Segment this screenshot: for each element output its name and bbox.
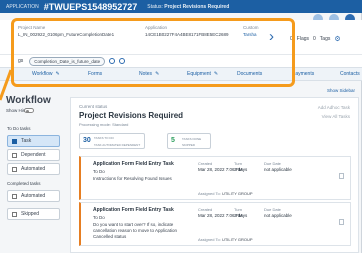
filter-automated[interactable]: Automated (7, 163, 60, 175)
assigned-label: Assigned To: (198, 191, 221, 196)
turn-value: 3 days (234, 213, 248, 218)
due-label: Due Date (264, 161, 281, 166)
task-turn: Turn 3 days (234, 207, 247, 218)
task-card[interactable]: Application Form Field Entry Task To Do … (79, 202, 351, 246)
filter-label: Task (21, 138, 32, 144)
tab-label: Contacts (340, 71, 360, 77)
tab-label: Payments (292, 71, 315, 77)
current-status-label: Current status (79, 104, 108, 109)
breadcrumb[interactable]: APPLICATION (6, 4, 39, 10)
created-label: Created (198, 207, 213, 212)
turn-label: Turn (234, 207, 243, 212)
task-description: Do you want to start over? If so, indica… (93, 222, 178, 239)
tasks-done-subheading: SKIPPED (182, 143, 196, 147)
tags-count: 0 (313, 36, 316, 42)
task-assigned: Assigned To: UTILITY GROUP (198, 191, 253, 196)
task-assigned: Assigned To: UTILITY GROUP (198, 237, 253, 242)
task-title[interactable]: Application Form Field Entry Task (93, 207, 174, 213)
filter-label: Automated (21, 193, 46, 199)
created-label: Created (198, 161, 213, 166)
due-value: not applicable (264, 167, 292, 172)
task-due: Due Date not applicable (264, 207, 294, 218)
assigned-value: UTILITY GROUP (221, 191, 253, 196)
app-bar: APPLICATION #TWUEPS1548952727 Status: Pr… (0, 0, 362, 13)
show-sidebar-link[interactable]: Show Sidebar (327, 88, 355, 93)
checkbox-icon[interactable] (12, 166, 17, 172)
tab-contacts[interactable]: Contacts (340, 71, 360, 77)
filter-label: Automated (21, 166, 46, 172)
highlight-callout (11, 18, 295, 87)
checkbox-icon[interactable] (12, 211, 17, 217)
task-due: Due Date not applicable (264, 161, 294, 172)
status-card: Current status Project Revisions Require… (70, 97, 359, 253)
tasks-todo-count: 30 (83, 137, 91, 144)
tasks-todo-subheading: TASK AUTOMATED DEPENDENT (94, 143, 141, 147)
filter-completed-automated[interactable]: Automated (7, 190, 60, 202)
processing-mode-value: Standard (112, 122, 129, 127)
workflow-title: Workflow (6, 95, 51, 106)
turn-value: 3 days (234, 167, 248, 172)
completed-label: Completed tasks (7, 181, 41, 186)
status-display: Status: Project Revisions Required (147, 4, 229, 10)
tasks-done-summary[interactable]: 5 TASKS DONE SKIPPED (167, 133, 211, 149)
due-label: Due Date (264, 207, 281, 212)
flags-tags: 0 Flags 0 Tags ⚙ (290, 35, 341, 43)
processing-mode: Processing mode: Standard (79, 122, 128, 127)
checkbox-icon[interactable] (12, 152, 17, 158)
add-adhoc-task-link[interactable]: Add Adhoc Task (318, 105, 350, 110)
task-state: To Do (93, 169, 105, 174)
tasks-todo-summary[interactable]: 30 TASKS TO DO TASK AUTOMATED DEPENDENT (79, 133, 145, 149)
task-description: Instructions for Resolving Found Issues (93, 176, 172, 181)
tab-payments[interactable]: Payments (292, 71, 314, 77)
checkbox-icon[interactable] (12, 193, 17, 199)
filter-label: Dependent (21, 152, 46, 158)
assigned-label: Assigned To: (198, 237, 221, 242)
task-turn: Turn 3 days (234, 161, 247, 172)
processing-mode-label: Processing mode: (79, 122, 112, 127)
document-icon[interactable] (339, 219, 344, 225)
status-value: Project Revisions Required (164, 3, 230, 10)
view-all-tasks-link[interactable]: View All Tasks (322, 114, 350, 119)
task-card[interactable]: Application Form Field Entry Task To Do … (79, 156, 351, 200)
flags-label[interactable]: Flags (297, 36, 309, 42)
status-label: Status: (147, 3, 163, 10)
assigned-value: UTILITY GROUP (221, 237, 253, 242)
turn-label: Turn (234, 161, 243, 166)
filter-label: Skipped (21, 211, 40, 217)
todo-label: To Do tasks (7, 126, 31, 131)
checkbox-icon[interactable] (12, 138, 17, 144)
filter-skipped[interactable]: Skipped (7, 208, 60, 220)
ticket-number: #TWUEPS1548952727 (43, 1, 138, 12)
filter-task[interactable]: Task (7, 135, 60, 147)
current-status-value: Project Revisions Required (79, 111, 184, 120)
task-state: To Do (93, 215, 105, 220)
gear-icon[interactable]: ⚙ (334, 35, 340, 43)
filter-dependent[interactable]: Dependent (7, 149, 60, 161)
task-title[interactable]: Application Form Field Entry Task (93, 161, 174, 167)
app-frame: APPLICATION #TWUEPS1548952727 Status: Pr… (0, 0, 362, 253)
tasks-done-count: 5 (171, 137, 175, 144)
due-value: not applicable (264, 213, 292, 218)
show-history-toggle[interactable] (24, 108, 34, 113)
tags-label[interactable]: Tags (320, 36, 331, 42)
tasks-todo-heading: TASKS TO DO (94, 136, 114, 140)
tasks-done-heading: TASKS DONE (182, 137, 202, 141)
document-icon[interactable] (339, 173, 344, 179)
